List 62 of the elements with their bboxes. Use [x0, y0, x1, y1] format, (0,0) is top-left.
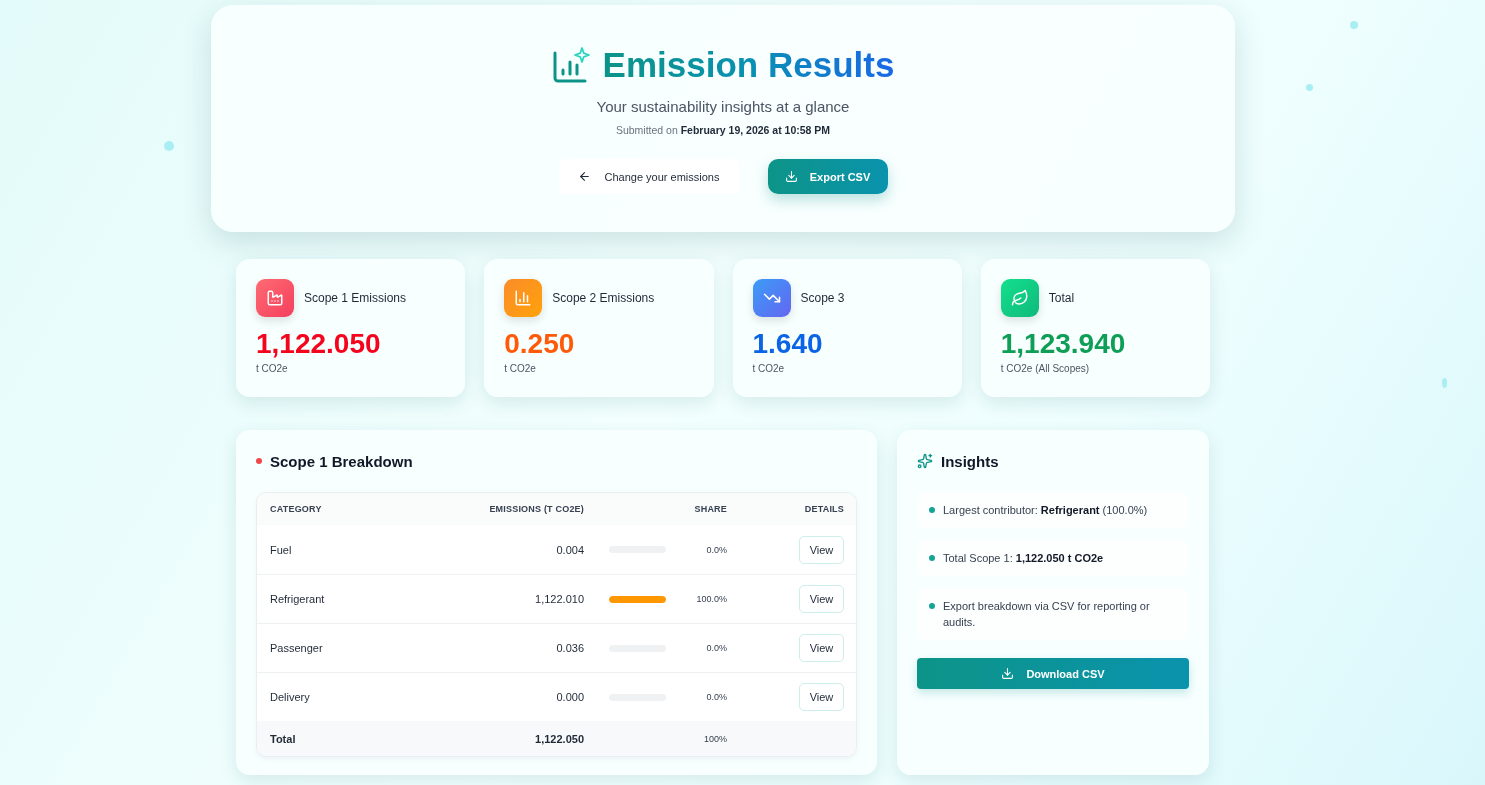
card-title: Scope 1 Breakdown [270, 452, 413, 470]
submitted-text: Submitted on February 19, 2026 at 10:58 PM [615, 123, 831, 138]
stat-unit: t CO2e [256, 362, 289, 376]
category-cell: Refrigerant [270, 593, 325, 605]
column-header: SHARE [694, 504, 727, 514]
stat-unit: t CO2e [504, 362, 537, 376]
total-emissions: 1,122.050 [535, 732, 584, 745]
bubble-dot [1306, 84, 1313, 91]
stat-label: Total [1048, 291, 1075, 305]
arrow-left-icon [577, 170, 591, 183]
view-button[interactable]: View [799, 683, 844, 711]
bar-chart-icon [504, 279, 543, 317]
bubble-dot [1442, 378, 1447, 388]
share-percent: 0.0% [706, 544, 727, 555]
total-label: Total [270, 732, 296, 745]
stat-label: Scope 2 Emissions [552, 291, 655, 305]
share-percent: 100.0% [696, 594, 727, 604]
download-icon [784, 170, 798, 183]
chart-sparkle-icon [551, 45, 592, 85]
share-percent: 0.0% [706, 643, 727, 653]
stat-value: 1.640 [752, 328, 824, 360]
page-subtitle: Your sustainability insights at a glance [596, 97, 850, 117]
bullet-icon [929, 555, 935, 561]
bubble-dot [164, 141, 174, 151]
stat-unit: t CO2e [752, 362, 786, 376]
card-title: Insights [941, 452, 999, 470]
emissions-cell: 0.000 [556, 691, 584, 703]
bubble-dot [1350, 21, 1358, 29]
column-header: EMISSIONS (T CO2E) [489, 504, 584, 514]
category-cell: Delivery [270, 691, 310, 703]
bullet-icon [929, 603, 935, 609]
view-button[interactable]: View [799, 535, 844, 564]
trend-down-icon [752, 279, 791, 317]
sparkle-icon [917, 453, 933, 469]
insight-text: Export breakdown via CSV for reporting or audits. [943, 599, 1151, 630]
back-button[interactable]: Change your emissions [558, 159, 739, 194]
emissions-cell: 0.004 [556, 543, 584, 556]
stat-label: Scope 3 [800, 291, 845, 305]
stat-value: 1,123.940 [1000, 328, 1127, 360]
stat-unit: t CO2e (All Scopes) [1000, 362, 1091, 376]
leaf-icon [1000, 279, 1039, 317]
view-button[interactable]: View [799, 585, 844, 613]
share-percent: 0.0% [706, 692, 727, 702]
stat-value: 0.250 [504, 328, 576, 360]
factory-icon [256, 279, 294, 317]
total-share: 100% [703, 733, 727, 744]
category-cell: Passenger [270, 642, 323, 654]
column-header: CATEGORY [270, 504, 322, 514]
export-button[interactable]: Export CSV [767, 159, 888, 194]
dot-icon [256, 458, 262, 464]
category-cell: Fuel [270, 543, 292, 556]
emissions-cell: 0.036 [556, 642, 584, 654]
view-button[interactable]: View [799, 634, 844, 662]
download-icon [1001, 667, 1015, 680]
stat-value: 1,122.050 [256, 328, 382, 360]
column-header: DETAILS [804, 504, 844, 514]
bullet-icon [929, 507, 935, 513]
stat-label: Scope 1 Emissions [304, 291, 407, 305]
emissions-cell: 1,122.010 [535, 593, 584, 605]
insight-text: Largest contributor: Refrigerant (100.0%) [943, 503, 1148, 518]
download-button[interactable]: Download CSV [917, 658, 1189, 689]
insight-text: Total Scope 1: 1,122.050 t CO2e [943, 551, 1104, 566]
